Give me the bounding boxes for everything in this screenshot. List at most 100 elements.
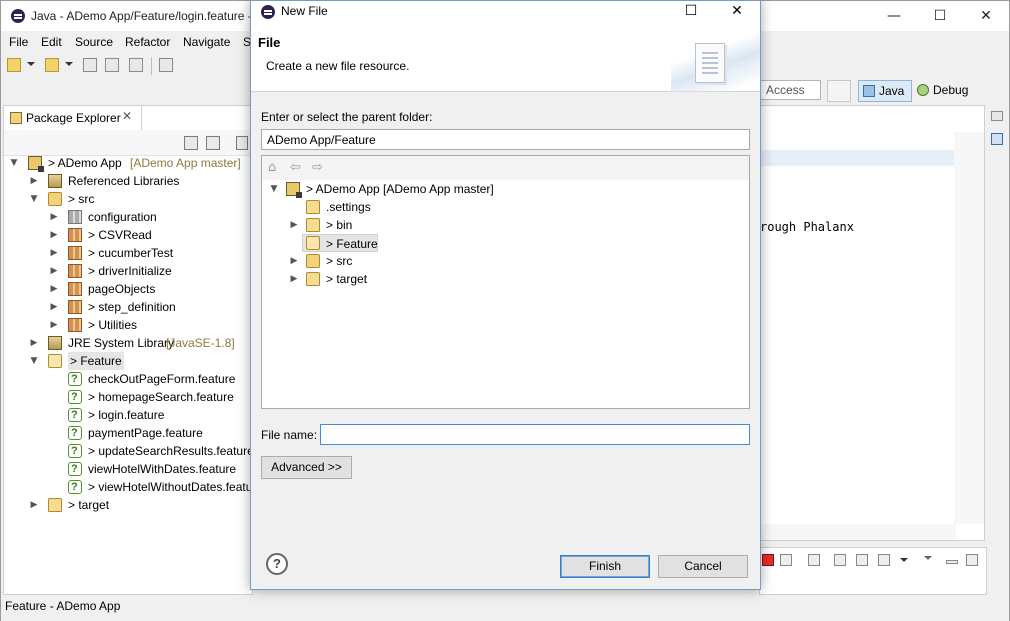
chevron-right-icon[interactable]: ▶ [288,270,300,288]
tree-item[interactable]: > homepageSearch.feature [48,388,252,406]
folder-tree-item-label: > target [326,272,368,286]
restore-icon[interactable] [991,111,1003,121]
chevron-right-icon[interactable]: ▶ [48,262,60,280]
tree-item[interactable]: > login.feature [48,406,252,424]
tree-item[interactable]: > updateSearchResults.feature [48,442,254,460]
package-explorer-tab[interactable]: Package Explorer ✕ [4,106,142,130]
folder-icon [306,272,320,286]
horizontal-scrollbar[interactable] [760,524,956,540]
maximize-button[interactable]: ☐ [917,1,963,31]
chevron-down-icon[interactable]: ▼ [28,352,40,370]
forward-arrow-icon[interactable]: ⇨ [312,160,323,175]
close-window-button[interactable]: ✕ [963,1,1009,31]
new-package-icon[interactable] [45,58,59,72]
finish-button[interactable]: Finish [560,555,650,578]
maximize-panel-icon[interactable] [966,554,978,566]
close-icon[interactable]: ✕ [122,109,132,123]
new-dropdown-icon[interactable] [27,62,35,66]
chevron-right-icon[interactable]: ▶ [48,280,60,298]
file-name-input[interactable] [320,424,750,445]
tree-item[interactable]: ▶ > cucumberTest [48,244,252,262]
tree-item-label: paymentPage.feature [88,426,203,440]
dialog-maximize-button[interactable]: ☐ [668,1,714,23]
chevron-right-icon[interactable]: ▶ [28,496,40,514]
dialog-close-button[interactable]: ✕ [714,1,760,23]
menu-refactor[interactable]: Refactor [125,35,170,49]
new-icon[interactable] [7,58,21,72]
menu-navigate[interactable]: Navigate [183,35,230,49]
print-icon[interactable] [129,58,143,72]
tree-item[interactable]: ▶ > CSVRead [48,226,252,244]
parent-folder-input[interactable] [261,129,750,150]
menu-file[interactable]: File [9,35,28,49]
tree-item[interactable]: paymentPage.feature [48,424,252,442]
toolbar-separator [151,57,152,75]
chevron-right-icon[interactable]: ▶ [48,298,60,316]
tree-item[interactable]: ▼ > src [28,190,252,208]
binary-icon[interactable] [159,58,173,72]
chevron-right-icon[interactable]: ▶ [288,252,300,270]
view-menu-icon[interactable] [236,136,248,150]
tree-item[interactable]: ▼ > Feature [28,352,252,370]
folder-tree-item[interactable]: ▶ > bin [288,216,488,234]
tree-item[interactable]: ▶ > driverInitialize [48,262,252,280]
tree-item-project[interactable]: ▼ > ADemo App [ADemo App master] [8,154,252,172]
home-icon[interactable]: ⌂ [268,160,276,175]
advanced-button[interactable]: Advanced >> [261,456,352,479]
chevron-right-icon[interactable]: ▶ [28,334,40,352]
link-with-editor-icon[interactable] [206,136,220,150]
quick-access-input[interactable]: Access [759,80,821,100]
back-arrow-icon[interactable]: ⇦ [290,160,301,175]
outline-icon[interactable] [991,133,1003,145]
folder-tree-item-selected[interactable]: > Feature [302,234,378,252]
collapse-all-icon[interactable] [184,136,198,150]
open-perspective-button[interactable] [827,80,851,102]
terminate-icon[interactable] [762,554,774,566]
minimize-button[interactable]: — [871,1,917,31]
chevron-right-icon[interactable]: ▶ [48,316,60,334]
chevron-right-icon[interactable]: ▶ [48,208,60,226]
remove-launch-icon[interactable] [780,554,792,566]
tree-item[interactable]: ▶ > step_definition [48,298,252,316]
save-icon[interactable] [83,58,97,72]
new-file-wizard-icon [695,43,725,83]
stop-icon[interactable] [856,554,868,566]
display-console-icon[interactable] [834,554,846,566]
minimize-panel-icon[interactable] [946,560,958,564]
cancel-button[interactable]: Cancel [658,555,748,578]
package-explorer-toolbar [4,130,252,156]
help-icon[interactable]: ? [266,553,288,575]
tree-item[interactable]: ▶ pageObjects [48,280,252,298]
tree-item[interactable]: ▶ JRE System Library [JavaSE-1.8] [28,334,252,352]
tree-item[interactable]: viewHotelWithDates.feature [48,460,252,478]
chevron-down-icon[interactable]: ▼ [268,180,280,198]
pin-console-icon[interactable] [808,554,820,566]
view-menu-icon[interactable] [924,556,932,560]
tree-item[interactable]: > viewHotelWithoutDates.featu [48,478,252,496]
folder-tree-item[interactable]: .settings [288,198,488,216]
new-package-dropdown-icon[interactable] [65,62,73,66]
vertical-scrollbar[interactable] [954,132,984,524]
tree-item[interactable]: checkOutPageForm.feature [48,370,252,388]
chevron-right-icon[interactable]: ▶ [28,172,40,190]
console-dropdown-icon[interactable] [900,558,908,562]
java-perspective-button[interactable]: Java [858,80,912,102]
save-all-icon[interactable] [105,58,119,72]
chevron-right-icon[interactable]: ▶ [48,226,60,244]
menu-source[interactable]: Source [75,35,113,49]
folder-tree-item-project[interactable]: ▼ > ADemo App [ADemo App master] [268,180,748,198]
library-icon [48,174,62,188]
chevron-right-icon[interactable]: ▶ [48,244,60,262]
chevron-right-icon[interactable]: ▶ [288,216,300,234]
chevron-down-icon[interactable]: ▼ [28,190,40,208]
tree-item[interactable]: ▶ > target [28,496,252,514]
tree-item[interactable]: ▶ configuration [48,208,252,226]
folder-tree-item[interactable]: ▶ > src [288,252,488,270]
tree-item[interactable]: ▶ > Utilities [48,316,252,334]
chevron-down-icon[interactable]: ▼ [8,154,20,172]
tree-item[interactable]: ▶ Referenced Libraries [28,172,252,190]
folder-tree-item[interactable]: ▶ > target [288,270,488,288]
menu-edit[interactable]: Edit [41,35,62,49]
word-wrap-icon[interactable] [878,554,890,566]
debug-perspective-button[interactable]: Debug [917,80,977,102]
